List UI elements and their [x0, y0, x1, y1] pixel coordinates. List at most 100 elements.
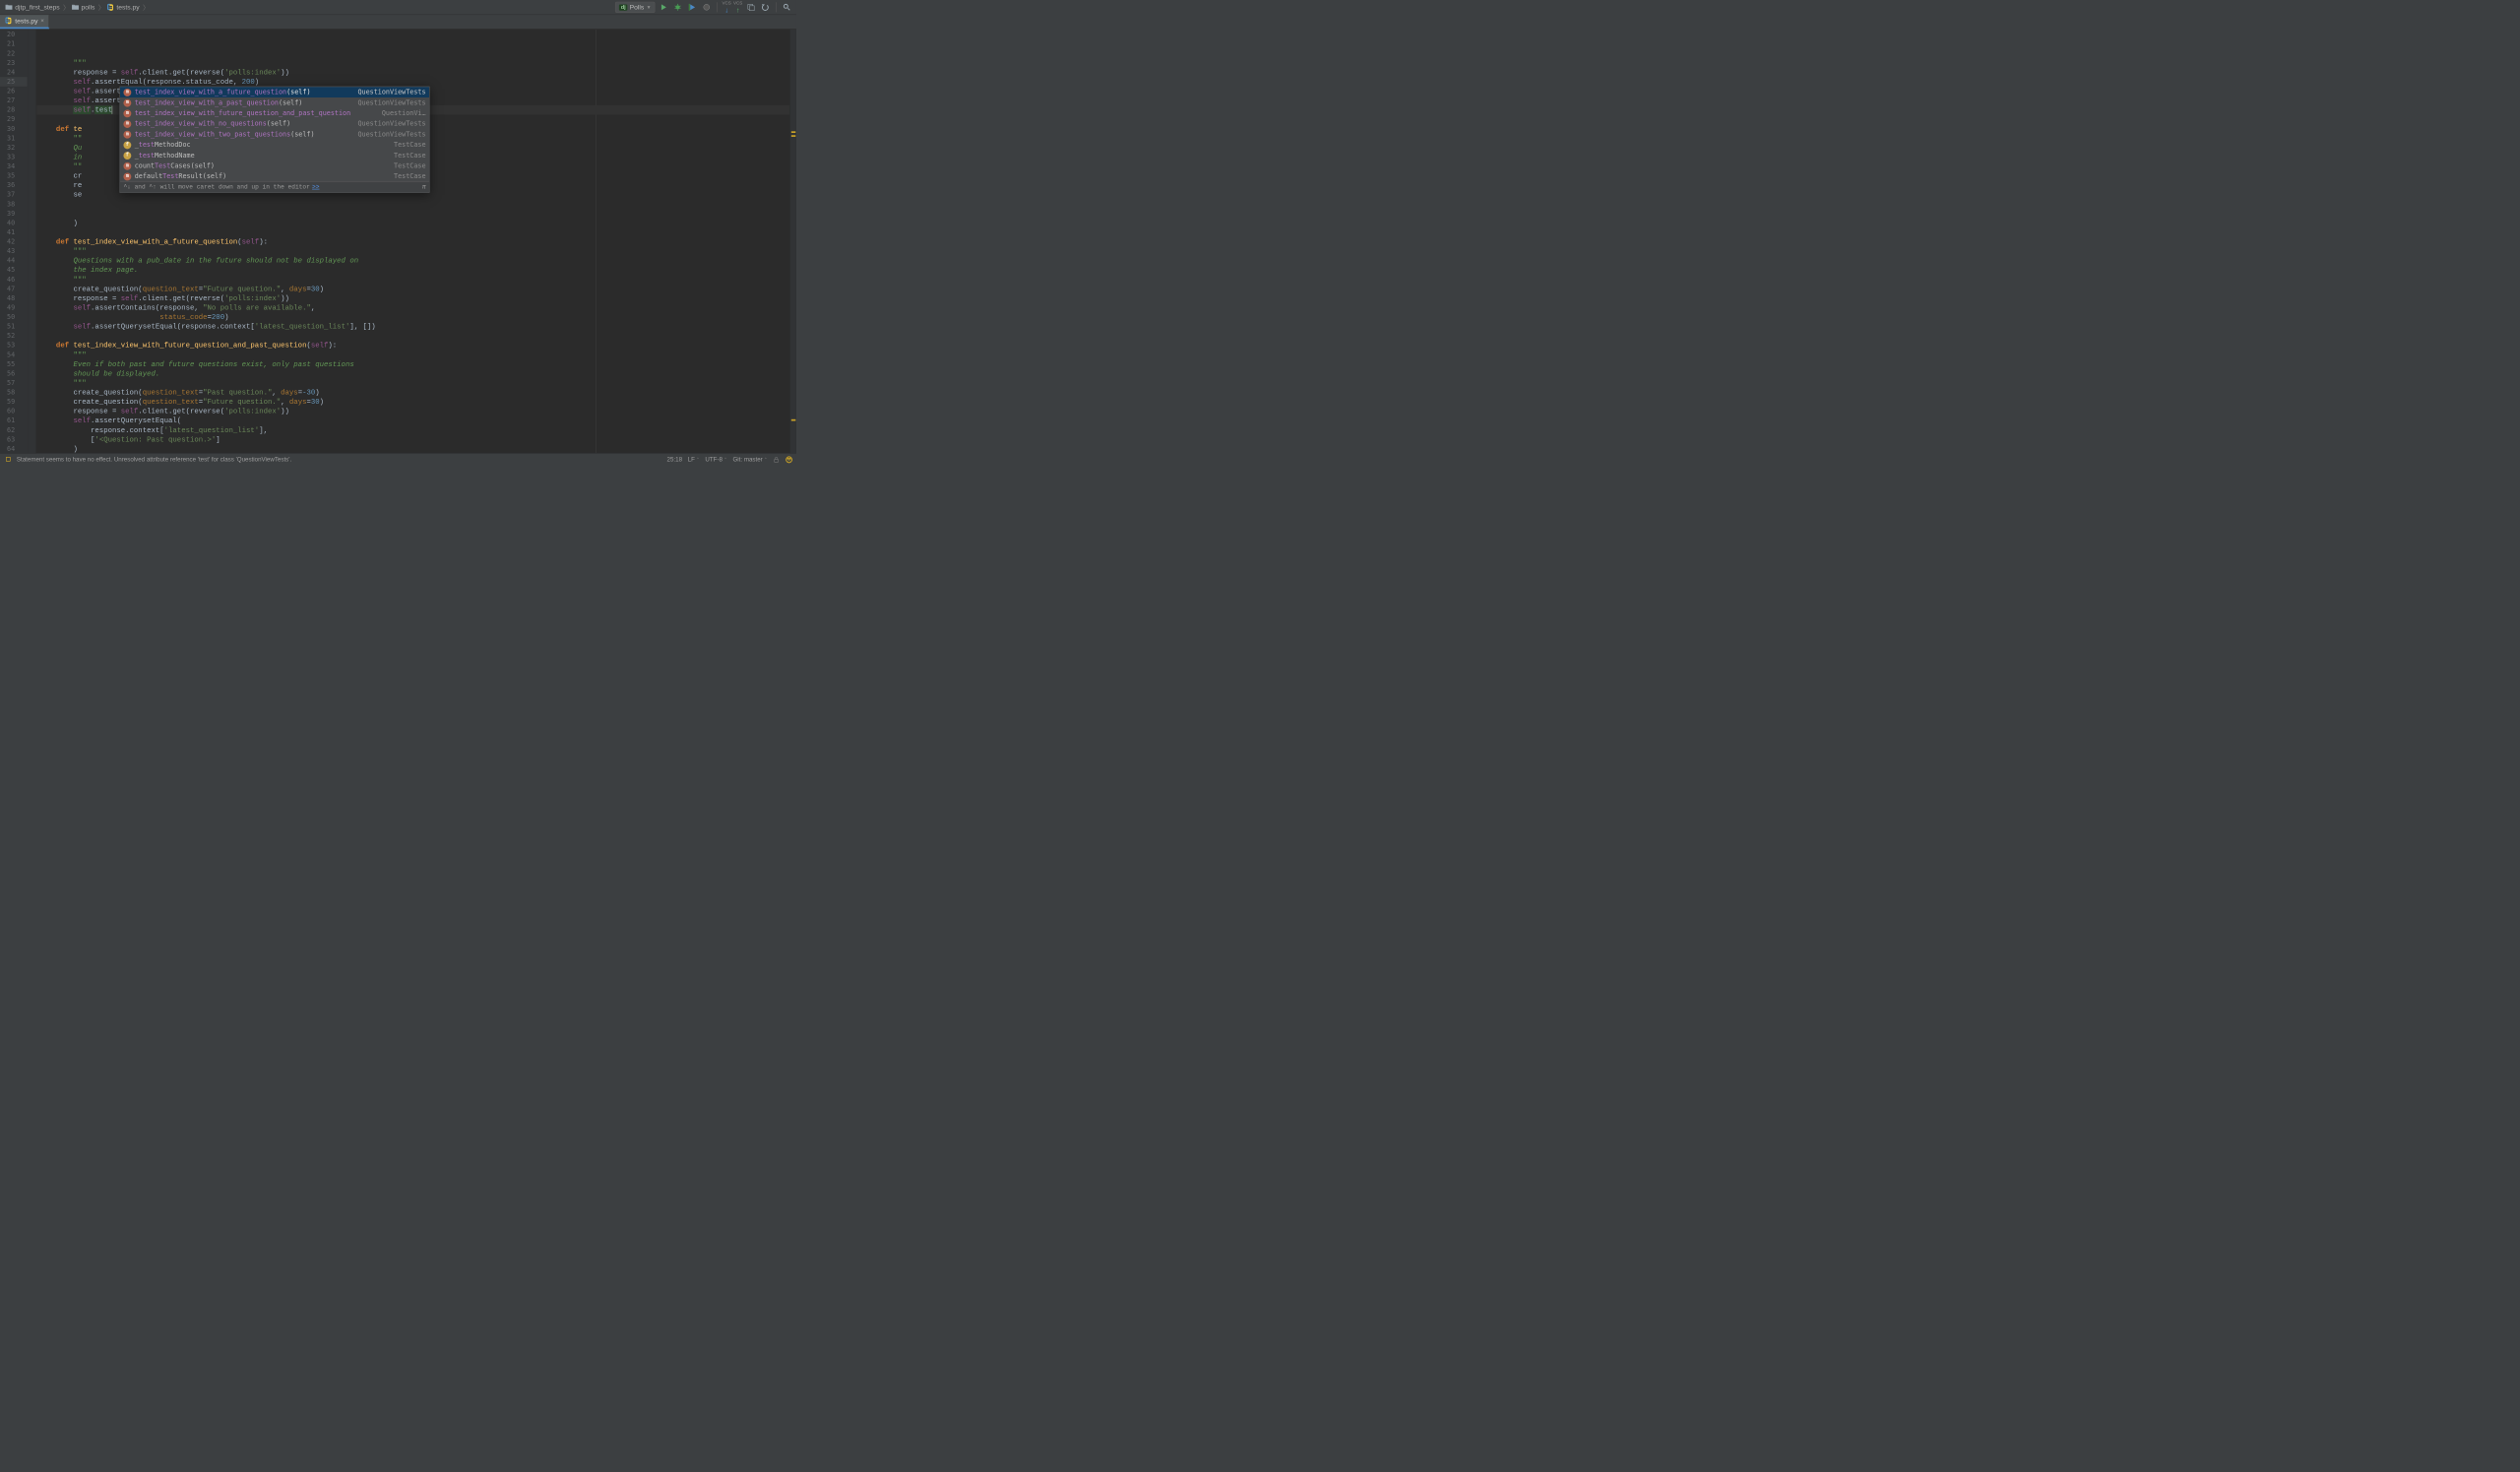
line-number[interactable]: 28 — [0, 105, 28, 115]
error-stripe[interactable] — [789, 30, 796, 453]
line-number[interactable]: 51 — [0, 322, 28, 332]
code-line[interactable]: the index page. — [36, 265, 789, 275]
line-number[interactable]: 54 — [0, 351, 28, 360]
run-with-coverage-button[interactable] — [686, 1, 698, 13]
autocomplete-item[interactable]: mtest_index_view_with_two_past_questions… — [120, 129, 429, 140]
code-line[interactable]: Even if both past and future questions e… — [36, 359, 789, 369]
autocomplete-item[interactable]: mtest_index_view_with_a_past_question(se… — [120, 97, 429, 108]
line-number[interactable]: 35 — [0, 171, 28, 181]
breadcrumb-item[interactable]: tests.py — [105, 2, 143, 12]
caret-position[interactable]: 25:18 — [667, 456, 682, 463]
line-number[interactable]: 20 — [0, 30, 28, 39]
line-number[interactable]: 41 — [0, 227, 28, 237]
code-line[interactable]: create_question(question_text="Future qu… — [36, 285, 789, 294]
encoding-selector[interactable]: UTF-8⌃ — [705, 456, 726, 463]
line-number[interactable]: 25 — [0, 77, 28, 87]
code-line[interactable]: response = self.client.get(reverse('poll… — [36, 407, 789, 416]
close-tab-icon[interactable]: × — [40, 18, 44, 25]
line-number[interactable]: 36 — [0, 180, 28, 190]
breadcrumb-item[interactable]: polls — [70, 2, 98, 12]
line-number[interactable]: 43 — [0, 246, 28, 256]
autocomplete-item[interactable]: mcountTestCases(self)TestCase — [120, 160, 429, 171]
autocomplete-item[interactable]: f_testMethodNameTestCase — [120, 150, 429, 160]
autocomplete-item[interactable]: mtest_index_view_with_a_future_question(… — [120, 87, 429, 97]
line-number[interactable]: 47 — [0, 285, 28, 294]
line-number[interactable]: 48 — [0, 293, 28, 303]
line-number[interactable]: 23 — [0, 58, 28, 68]
autocomplete-item[interactable]: mtest_index_view_with_no_questions(self)… — [120, 118, 429, 129]
code-line[interactable] — [36, 331, 789, 341]
autocomplete-item[interactable]: mtest_index_view_with_future_question_an… — [120, 108, 429, 119]
code-line[interactable]: """ — [36, 378, 789, 388]
code-line[interactable]: status_code=200) — [36, 312, 789, 322]
line-number[interactable]: 64 — [0, 444, 28, 454]
line-number[interactable]: 53 — [0, 341, 28, 351]
code-line[interactable]: """ — [36, 246, 789, 256]
code-line[interactable]: """ — [36, 351, 789, 360]
compare-with-branch-button[interactable] — [745, 1, 757, 13]
line-number[interactable]: 56 — [0, 369, 28, 379]
code-line[interactable]: """ — [36, 275, 789, 285]
code-line[interactable]: self.assertEqual(response.status_code, 2… — [36, 77, 789, 87]
line-number[interactable]: 40 — [0, 219, 28, 228]
search-everywhere-button[interactable] — [781, 1, 792, 13]
code-line[interactable]: self.assertContains(response, "No polls … — [36, 303, 789, 313]
stop-button[interactable] — [701, 1, 713, 13]
line-number[interactable]: 32 — [0, 143, 28, 153]
code-line[interactable] — [36, 227, 789, 237]
inspections-status-icon[interactable] — [786, 456, 793, 464]
fold-column[interactable] — [28, 30, 36, 453]
line-number[interactable]: 52 — [0, 331, 28, 341]
line-number[interactable]: 31 — [0, 134, 28, 144]
line-number[interactable]: 49 — [0, 303, 28, 313]
line-number[interactable]: 33 — [0, 153, 28, 162]
git-branch-selector[interactable]: Git: master⌃ — [732, 456, 767, 463]
code-line[interactable]: response = self.client.get(reverse('poll… — [36, 293, 789, 303]
line-number[interactable]: 57 — [0, 378, 28, 388]
code-line[interactable] — [36, 200, 789, 210]
code-line[interactable]: create_question(question_text="Future qu… — [36, 397, 789, 407]
line-number[interactable]: 24 — [0, 68, 28, 78]
line-number[interactable]: 29 — [0, 114, 28, 124]
line-number[interactable]: 22 — [0, 49, 28, 59]
vcs-update-button[interactable]: VCS↓ — [723, 1, 731, 14]
line-number[interactable]: 30 — [0, 124, 28, 134]
line-number[interactable]: 63 — [0, 435, 28, 445]
breadcrumb-item[interactable]: djtp_first_steps — [3, 2, 63, 12]
debug-button[interactable] — [671, 1, 683, 13]
line-number[interactable]: 37 — [0, 190, 28, 200]
line-number[interactable]: 46 — [0, 275, 28, 285]
code-line[interactable]: self.assertQuerysetEqual(response.contex… — [36, 322, 789, 332]
code-line[interactable]: response.context['latest_question_list']… — [36, 425, 789, 435]
gutter[interactable]: 2021222324252627282930313233343536373839… — [0, 30, 28, 453]
run-config-selector[interactable]: dj Polls ▼ — [615, 2, 655, 13]
line-number[interactable]: 39 — [0, 209, 28, 219]
code-line[interactable]: ) — [36, 444, 789, 453]
line-number[interactable]: 59 — [0, 397, 28, 407]
line-number[interactable]: 60 — [0, 407, 28, 416]
code-area[interactable]: """ response = self.client.get(reverse('… — [36, 30, 789, 453]
code-line[interactable]: Questions with a pub_date in the future … — [36, 256, 789, 266]
line-number[interactable]: 58 — [0, 388, 28, 398]
line-separator-selector[interactable]: LF⌃ — [688, 456, 700, 463]
read-only-toggle[interactable] — [773, 456, 780, 463]
code-line[interactable]: def test_index_view_with_a_future_questi… — [36, 237, 789, 247]
line-number[interactable]: 50 — [0, 312, 28, 322]
run-button[interactable] — [658, 1, 669, 13]
code-line[interactable]: ['<Question: Past question.>'] — [36, 435, 789, 445]
autocomplete-item[interactable]: mdefaultTestResult(self)TestCase — [120, 171, 429, 182]
vcs-commit-button[interactable]: VCS↑ — [733, 1, 742, 14]
line-number[interactable]: 62 — [0, 425, 28, 435]
line-number[interactable]: 45 — [0, 265, 28, 275]
hint-link[interactable]: >> — [312, 182, 319, 192]
code-line[interactable]: create_question(question_text="Past ques… — [36, 388, 789, 398]
line-number[interactable]: 27 — [0, 96, 28, 105]
code-line[interactable]: """ — [36, 58, 789, 68]
revert-button[interactable] — [759, 1, 771, 13]
line-number[interactable]: 38 — [0, 200, 28, 210]
autocomplete-item[interactable]: f_testMethodDocTestCase — [120, 140, 429, 151]
line-number[interactable]: 26 — [0, 87, 28, 96]
line-number[interactable]: 55 — [0, 359, 28, 369]
line-number[interactable]: 34 — [0, 161, 28, 171]
editor-tab-tests[interactable]: tests.py × — [0, 15, 49, 29]
